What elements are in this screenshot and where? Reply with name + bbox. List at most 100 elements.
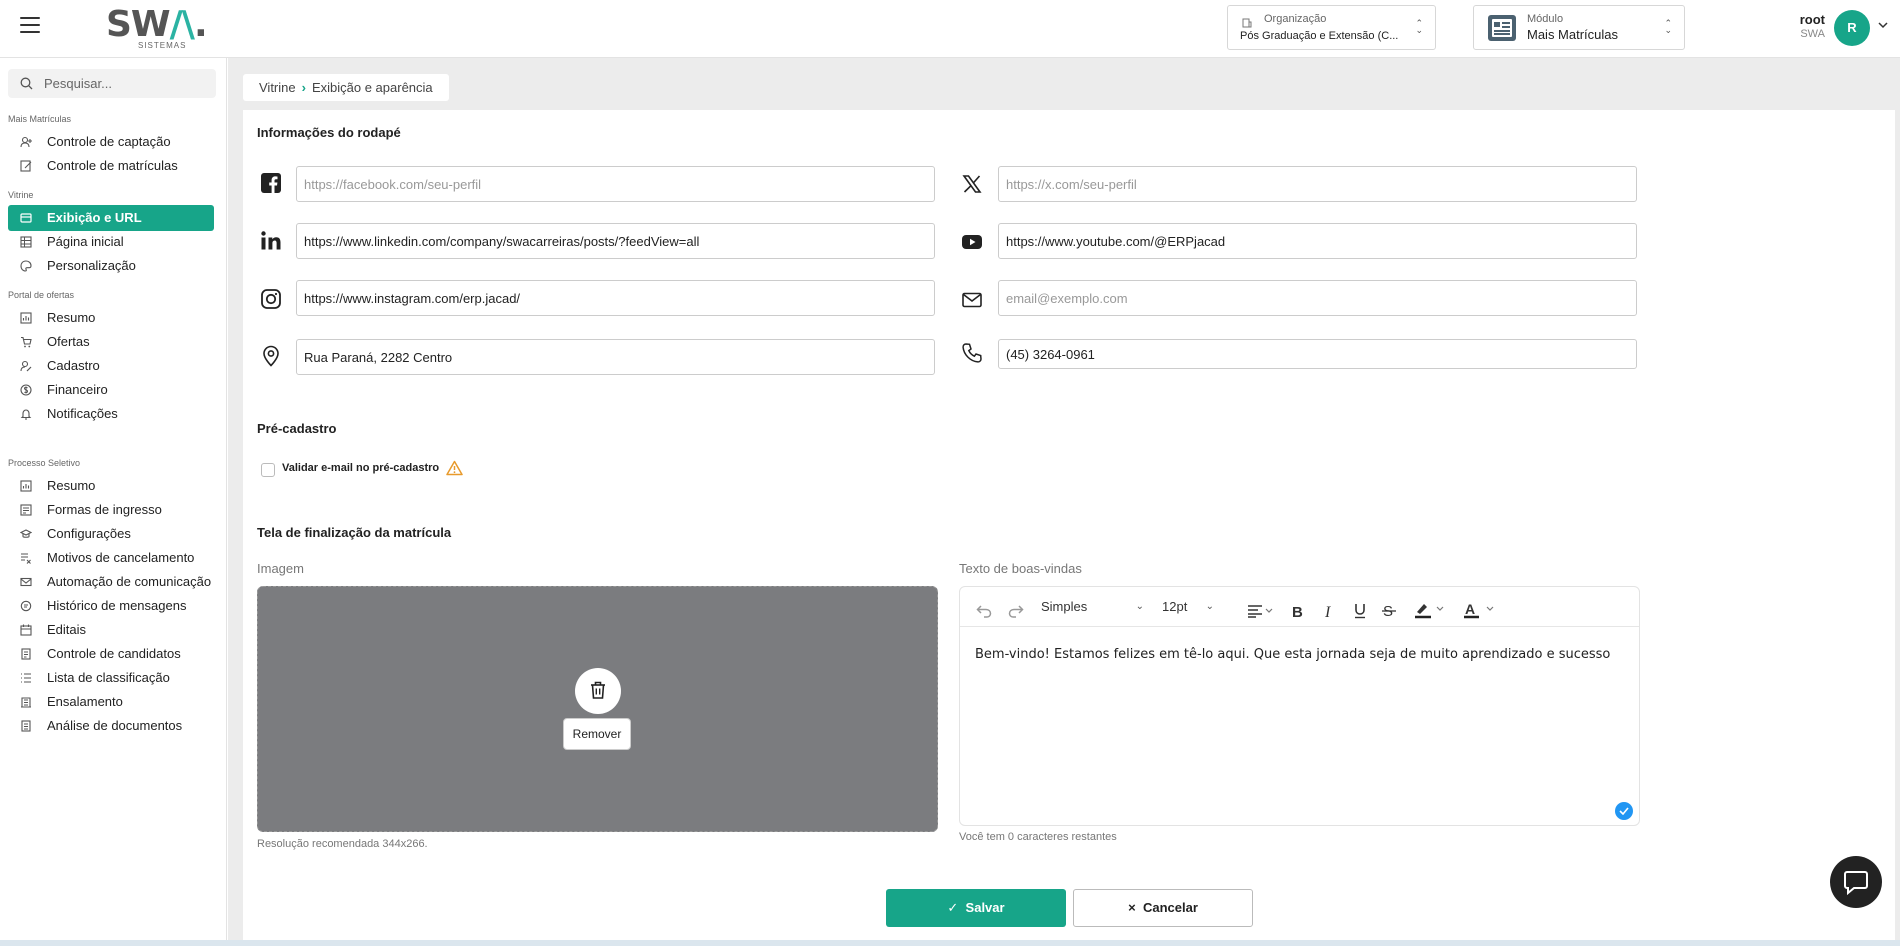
sidebar-item-label: Resumo [47, 478, 96, 493]
pre-registration-title: Pré-cadastro [257, 421, 337, 436]
edit-doc-icon [20, 160, 32, 172]
chat-support-button[interactable] [1830, 856, 1882, 908]
redo-icon[interactable] [1008, 600, 1024, 622]
sidebar-item-label: Editais [47, 622, 87, 637]
font-size-select[interactable]: 12pt ⌄ [1156, 596, 1220, 618]
address-field[interactable] [296, 339, 935, 375]
sidebar-item-label: Ofertas [47, 334, 90, 349]
underline-icon[interactable] [1353, 600, 1367, 622]
sidebar-item-ensalamento[interactable]: Ensalamento [8, 689, 214, 715]
palette-icon [20, 260, 32, 272]
sidebar-item-label: Página inicial [47, 234, 124, 249]
dollar-icon [20, 384, 32, 396]
sidebar-item-controle-de-candidatos[interactable]: Controle de candidatos [8, 641, 214, 667]
svg-text:B: B [1292, 604, 1303, 621]
validate-email-checkbox[interactable] [261, 463, 275, 477]
welcome-text-label: Texto de boas-vindas [959, 561, 1082, 576]
image-resolution-hint: Resolução recomendada 344x266. [257, 838, 428, 850]
module-select[interactable]: Módulo Mais Matrículas ⌃ ⌄ [1473, 5, 1685, 50]
organization-label: Organização [1264, 13, 1327, 25]
sidebar-item-notificacoes[interactable]: Notificações [8, 401, 214, 427]
email-field[interactable] [998, 280, 1637, 316]
phone-field[interactable] [998, 339, 1637, 369]
organization-select[interactable]: Organização Pós Graduação e Extensão (C.… [1227, 5, 1436, 50]
breadcrumb-current: Exibição e aparência [311, 80, 433, 95]
remove-tooltip: Remover [563, 718, 631, 750]
sidebar-section-label: Mais Matrículas [8, 114, 72, 124]
save-button[interactable]: ✓ Salvar [886, 889, 1066, 927]
sidebar-item-exibicao-e-url[interactable]: Exibição e URL [8, 205, 214, 231]
block-style-select[interactable]: Simples ⌄ [1035, 596, 1150, 618]
avatar[interactable]: R [1834, 10, 1870, 46]
mail-icon [962, 292, 982, 308]
italic-icon[interactable]: I [1322, 600, 1336, 622]
youtube-icon [962, 235, 982, 249]
instagram-field[interactable] [296, 280, 935, 316]
grid-icon [20, 236, 32, 248]
svg-text:I: I [1324, 604, 1331, 621]
sidebar-item-label: Ensalamento [47, 694, 123, 709]
sidebar-item-historico-de-mensagens[interactable]: Histórico de mensagens [8, 593, 214, 619]
search-input[interactable]: Pesquisar... [8, 69, 216, 98]
swa-logo[interactable]: SW/\. SISTEMAS [106, 6, 208, 52]
facebook-field[interactable] [296, 166, 935, 202]
linkedin-field[interactable] [296, 223, 935, 259]
list-x-icon [21, 553, 31, 564]
chat-bubble-icon [1844, 871, 1868, 895]
validate-email-label[interactable]: Validar e-mail no pré-cadastro [282, 462, 439, 474]
chars-remaining-hint: Você tem 0 caracteres restantes [959, 831, 1117, 843]
sidebar-item-formas-de-ingresso[interactable]: Formas de ingresso [8, 497, 214, 523]
phone-icon [962, 343, 982, 363]
sidebar-item-financeiro[interactable]: Financeiro [8, 377, 214, 403]
sidebar-item-label: Formas de ingresso [47, 502, 162, 517]
sidebar-item-automacao-de-comunicacao[interactable]: Automação de comunicação [8, 569, 214, 595]
undo-icon[interactable] [976, 600, 992, 622]
sidebar-item-editais[interactable]: Editais [8, 617, 214, 643]
editor-toolbar: Simples ⌄ 12pt ⌄ B I S A [960, 587, 1639, 627]
x-field[interactable] [998, 166, 1637, 202]
location-pin-icon [263, 345, 279, 367]
cap-icon [20, 529, 32, 538]
sidebar-item-motivos-de-cancelamento[interactable]: Motivos de cancelamento [8, 545, 214, 571]
strikethrough-icon[interactable]: S [1381, 600, 1397, 622]
chat-history-icon [20, 600, 32, 612]
sidebar-section-label: Processo Seletivo [8, 458, 81, 468]
sidebar: Pesquisar... Mais Matrículas Controle de … [0, 58, 227, 946]
form-icon [20, 504, 32, 516]
highlight-color-icon[interactable] [1413, 599, 1447, 621]
module-icon [1488, 15, 1516, 41]
svg-text:A: A [1465, 601, 1475, 617]
updown-icon: ⌃ ⌄ [1415, 18, 1423, 35]
breadcrumb-root[interactable]: Vitrine [259, 80, 296, 95]
cancel-button[interactable]: × Cancelar [1073, 889, 1253, 927]
sidebar-item-analise-de-documentos[interactable]: Análise de documentos [8, 713, 214, 739]
sidebar-item-ofertas[interactable]: Ofertas [8, 329, 214, 355]
sidebar-item-resumo[interactable]: Resumo [8, 305, 214, 331]
doc-icon [21, 648, 31, 660]
chart-icon [20, 480, 32, 492]
bold-icon[interactable]: B [1291, 600, 1305, 622]
sidebar-item-personalizacao[interactable]: Personalização [8, 253, 214, 279]
sidebar-item-configuracoes[interactable]: Configurações [8, 521, 214, 547]
sidebar-item-pagina-inicial[interactable]: Página inicial [8, 229, 214, 255]
welcome-text-content[interactable]: Bem-vindo! Estamos felizes em tê-lo aqui… [975, 647, 1610, 662]
sidebar-item-cadastro[interactable]: Cadastro [8, 353, 214, 379]
sidebar-item-controle-de-matriculas[interactable]: Controle de matrículas [8, 153, 214, 179]
sidebar-item-lista-de-classificacao[interactable]: Lista de classificação [8, 665, 214, 691]
sidebar-item-label: Resumo [47, 310, 96, 325]
updown-icon: ⌃ ⌄ [1664, 18, 1672, 35]
menu-icon[interactable] [20, 17, 40, 33]
facebook-icon [261, 173, 281, 193]
youtube-field[interactable] [998, 223, 1637, 259]
check-icon: ✓ [947, 900, 959, 915]
rich-text-editor[interactable]: Simples ⌄ 12pt ⌄ B I S A Bem-vindo! Estamo… [959, 586, 1640, 826]
chart-icon [20, 312, 32, 324]
spellcheck-badge-icon[interactable] [1615, 802, 1633, 820]
chevron-down-icon[interactable] [1878, 20, 1888, 30]
text-color-icon[interactable]: A [1463, 599, 1497, 621]
sidebar-item-resumo[interactable]: Resumo [8, 473, 214, 499]
align-left-icon[interactable] [1247, 600, 1275, 622]
sidebar-item-controle-de-captacao[interactable]: Controle de captação [8, 129, 214, 155]
remove-image-button[interactable] [575, 668, 621, 714]
ranking-icon [21, 673, 31, 683]
